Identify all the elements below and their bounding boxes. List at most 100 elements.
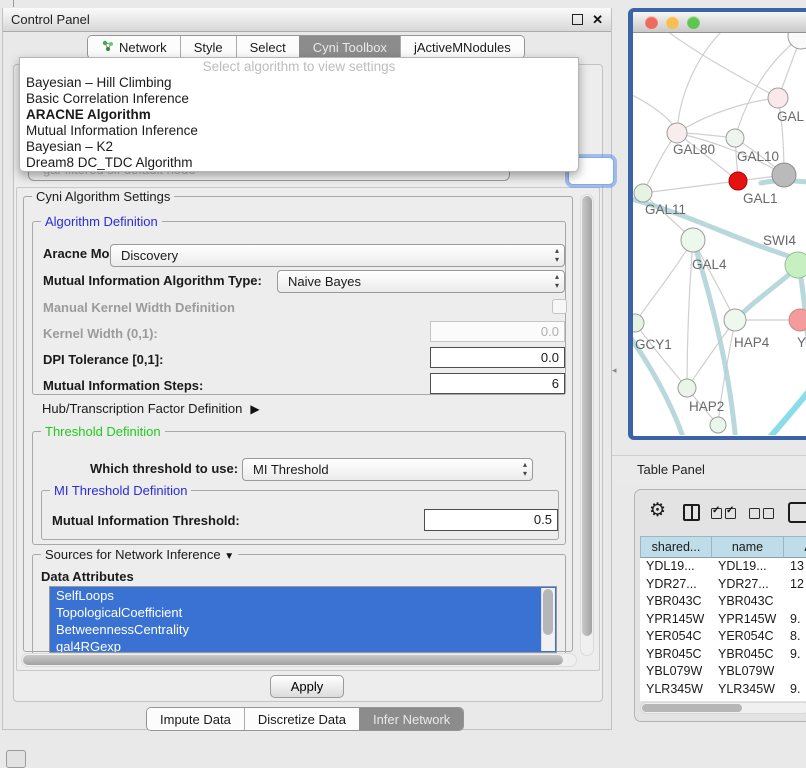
tab-impute-data[interactable]: Impute Data bbox=[147, 708, 244, 730]
table-cell[interactable]: 8. bbox=[784, 628, 806, 646]
table-cell[interactable]: YPR145W bbox=[640, 611, 712, 629]
checked-box-icon[interactable] bbox=[725, 508, 736, 519]
columns-icon[interactable] bbox=[683, 504, 700, 521]
table-row[interactable]: YDL19...YDL19...13 bbox=[640, 558, 806, 576]
algorithm-item-dream8-dc-tdc-algorithm[interactable]: Dream8 DC_TDC Algorithm bbox=[20, 155, 578, 171]
table-row[interactable]: YIL052CYIL052C9. bbox=[640, 698, 806, 701]
node-HAP4[interactable] bbox=[724, 309, 746, 331]
table-row[interactable]: YLR345WYLR345W9. bbox=[640, 681, 806, 699]
manual-kernel-width-checkbox[interactable] bbox=[552, 299, 567, 314]
column-header-a[interactable]: A bbox=[784, 536, 806, 558]
node-GAL11[interactable] bbox=[634, 184, 652, 202]
unchecked-box-icon[interactable] bbox=[763, 508, 774, 519]
table-row[interactable]: YBL079WYBL079W bbox=[640, 663, 806, 681]
aracne-mode-combo[interactable]: Discovery ▴▾ bbox=[110, 244, 565, 267]
table-cell[interactable]: YBR043C bbox=[640, 593, 712, 611]
table-cell[interactable]: YER054C bbox=[640, 628, 712, 646]
mi-algorithm-type-combo[interactable]: Naive Bayes ▴▾ bbox=[277, 270, 565, 293]
table-cell[interactable]: YLR345W bbox=[712, 681, 784, 699]
table-cell[interactable]: YBR043C bbox=[712, 593, 784, 611]
node-GAL10[interactable] bbox=[726, 129, 744, 147]
table-cell[interactable]: 13 bbox=[784, 558, 806, 576]
tab-infer-network[interactable]: Infer Network bbox=[359, 708, 463, 730]
mac-zoom-icon[interactable] bbox=[687, 16, 700, 29]
node-SWI4[interactable] bbox=[785, 252, 806, 278]
node-GCY1[interactable] bbox=[633, 314, 644, 332]
table-cell[interactable]: YIL052C bbox=[712, 698, 784, 701]
table-row[interactable]: YPR145WYPR145W9. bbox=[640, 611, 806, 629]
table-cell[interactable]: YBR045C bbox=[640, 646, 712, 664]
table-cell[interactable]: 9. bbox=[784, 646, 806, 664]
table-cell[interactable] bbox=[784, 593, 806, 611]
sources-expander[interactable]: Sources for Network Inference ▼ bbox=[41, 547, 238, 562]
attribute-item-betweennesscentrality[interactable]: BetweennessCentrality bbox=[50, 621, 556, 638]
table-cell[interactable]: YBR045C bbox=[712, 646, 784, 664]
table-cell[interactable]: YLR345W bbox=[640, 681, 712, 699]
checked-box-icon[interactable] bbox=[711, 508, 722, 519]
which-threshold-combo[interactable]: MI Threshold ▴▾ bbox=[242, 458, 533, 481]
close-icon[interactable]: ✕ bbox=[592, 15, 603, 25]
table-row[interactable]: YER054CYER054C8. bbox=[640, 628, 806, 646]
table-cell[interactable]: 12 bbox=[784, 576, 806, 594]
network-canvas[interactable]: GALGAL80GAL10GAL1GAL11SWI4GAL4GCY1HAP4YH… bbox=[633, 33, 806, 435]
table-cell[interactable] bbox=[784, 663, 806, 681]
tab-jactivemnodules[interactable]: jActiveMNodules bbox=[400, 36, 524, 58]
column-header-shared-[interactable]: shared... bbox=[640, 536, 712, 558]
dock-corner-button[interactable] bbox=[6, 750, 26, 768]
node-HAP2[interactable] bbox=[678, 379, 696, 397]
table-cell[interactable]: YPR145W bbox=[712, 611, 784, 629]
apply-button[interactable]: Apply bbox=[270, 675, 344, 698]
table-cell[interactable]: YBL079W bbox=[640, 663, 712, 681]
mac-minimize-icon[interactable] bbox=[666, 16, 679, 29]
data-attributes-list[interactable]: SelfLoopsTopologicalCoefficientBetweenne… bbox=[49, 586, 557, 653]
list-scrollbar[interactable] bbox=[541, 588, 555, 651]
settings-horizontal-scrollbar[interactable] bbox=[21, 653, 577, 667]
table-cell[interactable]: 9. bbox=[784, 698, 806, 701]
tab-select[interactable]: Select bbox=[236, 36, 299, 58]
table-row[interactable]: YBR043CYBR043C bbox=[640, 593, 806, 611]
tab-discretize-data[interactable]: Discretize Data bbox=[244, 708, 359, 730]
table-cell[interactable]: YDR27... bbox=[640, 576, 712, 594]
attribute-item-selfloops[interactable]: SelfLoops bbox=[50, 587, 556, 604]
algorithm-item-bayesian-k2[interactable]: Bayesian – K2 bbox=[20, 139, 578, 155]
settings-vertical-scrollbar[interactable] bbox=[580, 194, 594, 656]
table-cell[interactable]: 9. bbox=[784, 611, 806, 629]
table-cell[interactable]: YDL19... bbox=[640, 558, 712, 576]
attribute-item-gal4rgexp[interactable]: gal4RGexp bbox=[50, 638, 556, 653]
tab-cyni-toolbox[interactable]: Cyni Toolbox bbox=[299, 36, 400, 58]
table-cell[interactable]: YDL19... bbox=[712, 558, 784, 576]
float-window-icon[interactable] bbox=[572, 14, 583, 25]
split-pane-handle[interactable]: ◂ bbox=[612, 365, 617, 376]
table-cell[interactable]: YDR27... bbox=[712, 576, 784, 594]
network-window-titlebar[interactable] bbox=[633, 12, 806, 33]
algorithm-item-mutual-information-inference[interactable]: Mutual Information Inference bbox=[20, 123, 578, 139]
node-GAL4[interactable] bbox=[681, 228, 705, 252]
document-icon[interactable] bbox=[788, 502, 806, 523]
mi-steps-field[interactable]: 6 bbox=[430, 373, 565, 394]
table-cell[interactable]: YBL079W bbox=[712, 663, 784, 681]
attribute-item-topologicalcoefficient[interactable]: TopologicalCoefficient bbox=[50, 604, 556, 621]
table-horizontal-scrollbar[interactable] bbox=[640, 702, 806, 714]
table-cell[interactable]: 9. bbox=[784, 681, 806, 699]
node-gray-node[interactable] bbox=[772, 163, 796, 187]
unchecked-box-icon[interactable] bbox=[749, 508, 760, 519]
table-cell[interactable]: YIL052C bbox=[640, 698, 712, 701]
gear-icon[interactable]: ⚙ bbox=[649, 499, 666, 522]
algorithm-item-bayesian-hill-climbing[interactable]: Bayesian – Hill Climbing bbox=[20, 75, 578, 91]
mi-threshold-field[interactable]: 0.5 bbox=[424, 509, 558, 531]
table-row[interactable]: YDR27...YDR27...12 bbox=[640, 576, 806, 594]
algorithm-item-aracne-algorithm[interactable]: ARACNE Algorithm bbox=[20, 107, 578, 123]
table-row[interactable]: YBR045CYBR045C9. bbox=[640, 646, 806, 664]
mac-close-icon[interactable] bbox=[645, 16, 658, 29]
tab-style[interactable]: Style bbox=[180, 36, 236, 58]
tab-network[interactable]: Network bbox=[88, 36, 180, 58]
algorithm-item-basic-correlation-inference[interactable]: Basic Correlation Inference bbox=[20, 91, 578, 107]
column-header-name[interactable]: name bbox=[712, 536, 784, 558]
node-top-right[interactable] bbox=[788, 33, 806, 49]
node-GAL1[interactable] bbox=[729, 172, 747, 190]
node-bottom-node[interactable] bbox=[710, 417, 726, 433]
node-salmon-node[interactable] bbox=[789, 309, 806, 331]
kernel-width-field[interactable]: 0.0 bbox=[430, 321, 565, 342]
dpi-tolerance-field[interactable]: 0.0 bbox=[430, 347, 565, 368]
node-GAL80[interactable] bbox=[667, 123, 687, 143]
